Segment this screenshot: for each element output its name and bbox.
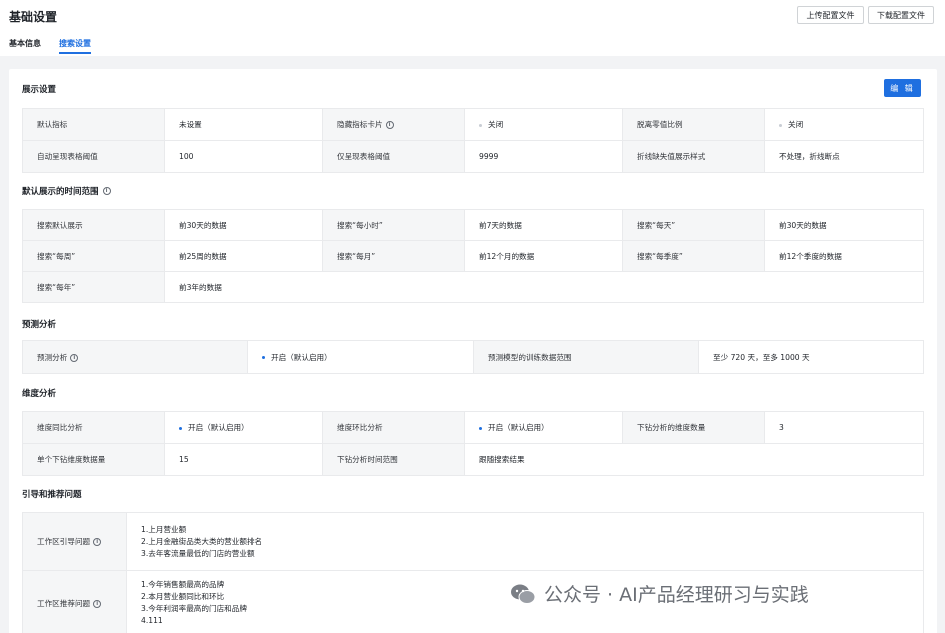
section-title-dimension: 维度分析 xyxy=(22,389,57,399)
field-value: 前30天的数据 xyxy=(164,209,323,241)
edit-button[interactable]: 编 辑 xyxy=(884,79,921,97)
list-item: 4.111 xyxy=(141,616,163,625)
field-label: 折线缺失值展示样式 xyxy=(622,140,765,173)
list-item: 2.上月金融街品类大类的营业额排名 xyxy=(141,536,263,546)
list-item: 1.上月营业额 xyxy=(141,524,187,534)
status-dot-icon xyxy=(479,426,482,430)
table-row: 搜索“每年” 前3年的数据 xyxy=(22,271,924,303)
field-label: 下钻分析时间范围 xyxy=(322,443,465,476)
field-value: 开启（默认启用） xyxy=(164,411,323,444)
list-item: 3.去年客流量最低的门店的营业额 xyxy=(141,548,255,558)
time-range-table: 搜索默认展示 前30天的数据 搜索“每小时” 前7天的数据 搜索“每天” 前30天的数据搜… xyxy=(22,209,924,303)
active-tab-indicator xyxy=(59,52,91,54)
forecast-table: 预测分析 i 开启（默认启用） 预测模型的训练数据范围 至少 720 天，至多 1000… xyxy=(22,340,924,374)
info-icon[interactable]: i xyxy=(93,599,102,608)
field-value: 前7天的数据 xyxy=(464,209,623,241)
field-value: 3 xyxy=(764,411,924,444)
field-label: 下钻分析的维度数量 xyxy=(622,411,765,444)
status-dot-icon xyxy=(179,426,182,430)
field-value: 9999 xyxy=(464,140,623,173)
field-label: 维度环比分析 xyxy=(322,411,465,444)
table-row: 自动呈现表格阈值 100 仅呈现表格阈值 9999 折线缺失值展示样式 不处理，折线断点 xyxy=(22,140,924,173)
field-value: 开启（默认启用） xyxy=(247,340,474,374)
section-title-guide: 引导和推荐问题 xyxy=(22,490,82,500)
field-label: 搜索“每年” xyxy=(22,271,165,303)
field-value: 100 xyxy=(164,140,323,173)
field-label: 维度同比分析 xyxy=(22,411,165,444)
page-title: 基础设置 xyxy=(9,10,58,24)
info-icon[interactable]: i xyxy=(93,538,102,546)
field-value: 前12个季度的数据 xyxy=(764,240,924,272)
wechat-icon xyxy=(511,584,536,604)
field-label: 脱离零值比例 xyxy=(622,108,765,141)
status-dot-icon xyxy=(262,356,265,359)
field-value: 开启（默认启用） xyxy=(464,411,623,444)
field-label: 工作区引导问题 i xyxy=(22,512,127,571)
field-label: 搜索“每月” xyxy=(322,240,465,272)
field-value: 前12个月的数据 xyxy=(464,240,623,272)
section-title-forecast: 预测分析 xyxy=(22,320,57,330)
field-label: 预测分析 i xyxy=(22,340,248,374)
table-row: 单个下钻维度数据量 15 下钻分析时间范围 跟随搜索结果 xyxy=(22,443,924,476)
status-dot-icon xyxy=(479,123,482,127)
field-label: 工作区推荐问题 i xyxy=(22,570,127,633)
wechat-watermark: 公众号 · AI产品经理研习与实践 xyxy=(510,580,809,607)
guide-table: 工作区引导问题 i 1.上月营业额 2.上月金融街品类大类的营业额排名 3.去年客流量最… xyxy=(22,512,924,633)
field-label: 搜索“每周” xyxy=(22,240,165,272)
field-value: 不处理，折线断点 xyxy=(764,140,924,173)
field-value: 至少 720 天，至多 1000 天 xyxy=(698,340,924,374)
dimension-table: 维度同比分析 开启（默认启用） 维度环比分析 开启（默认启用） 下钻分析的维度数量 3 单个… xyxy=(22,411,924,476)
field-value: 关闭 xyxy=(464,108,623,141)
info-icon[interactable]: i xyxy=(102,187,111,195)
field-label: 搜索“每小时” xyxy=(322,209,465,241)
info-icon[interactable]: i xyxy=(70,353,79,362)
status-dot-icon xyxy=(779,123,782,127)
table-row: 默认指标 未设置 隐藏指标卡片 i 关闭 脱离零值比例 关闭 xyxy=(22,108,924,141)
field-label: 默认指标 xyxy=(22,108,165,141)
field-label: 隐藏指标卡片 i xyxy=(322,108,465,141)
field-label: 搜索“每季度” xyxy=(622,240,765,272)
info-icon[interactable]: i xyxy=(385,121,394,129)
table-row: 搜索默认展示 前30天的数据 搜索“每小时” 前7天的数据 搜索“每天” 前30天的数据 xyxy=(22,209,924,241)
display-settings-table: 默认指标 未设置 隐藏指标卡片 i 关闭 脱离零值比例 关闭 自动呈现表格阈值 100 仅呈现表格… xyxy=(22,108,924,173)
field-label: 单个下钻维度数据量 xyxy=(22,443,165,476)
field-label: 搜索默认展示 xyxy=(22,209,165,241)
watermark-text: 公众号 · AI产品经理研习与实践 xyxy=(544,584,809,606)
tab-basic-info[interactable]: 基本信息 xyxy=(9,38,41,49)
table-row: 预测分析 i 开启（默认启用） 预测模型的训练数据范围 至少 720 天，至多 1000… xyxy=(22,340,924,374)
field-label: 自动呈现表格阈值 xyxy=(22,140,165,173)
field-value: 15 xyxy=(164,443,323,476)
upload-config-button[interactable]: 上传配置文件 xyxy=(797,6,864,24)
field-value: 前3年的数据 xyxy=(164,271,924,303)
section-title-time-range: 默认展示的时间范围 i xyxy=(22,185,111,197)
section-title-display: 展示设置 xyxy=(22,85,57,95)
field-value: 跟随搜索结果 xyxy=(464,443,924,476)
field-value: 前25周的数据 xyxy=(164,240,323,272)
question-list: 1.上月营业额 2.上月金融街品类大类的营业额排名 3.去年客流量最低的门店的营业额 xyxy=(126,512,924,571)
table-row: 搜索“每周” 前25周的数据 搜索“每月” 前12个月的数据 搜索“每季度” 前12个季度… xyxy=(22,240,924,272)
header-bar: 基础设置 上传配置文件 下载配置文件 基本信息 搜索设置 xyxy=(0,0,945,56)
field-value: 前30天的数据 xyxy=(764,209,924,241)
field-value: 关闭 xyxy=(764,108,924,141)
field-label: 仅呈现表格阈值 xyxy=(322,140,465,173)
field-label: 搜索“每天” xyxy=(622,209,765,241)
tab-search-settings[interactable]: 搜索设置 xyxy=(59,38,91,49)
table-row: 工作区引导问题 i 1.上月营业额 2.上月金融街品类大类的营业额排名 3.去年客流量最… xyxy=(22,512,924,571)
field-value: 未设置 xyxy=(164,108,323,141)
section-title-time-range-text: 默认展示的时间范围 xyxy=(22,187,99,197)
download-config-button[interactable]: 下载配置文件 xyxy=(868,6,934,24)
field-label: 预测模型的训练数据范围 xyxy=(473,340,699,374)
table-row: 维度同比分析 开启（默认启用） 维度环比分析 开启（默认启用） 下钻分析的维度数量 3 xyxy=(22,411,924,444)
